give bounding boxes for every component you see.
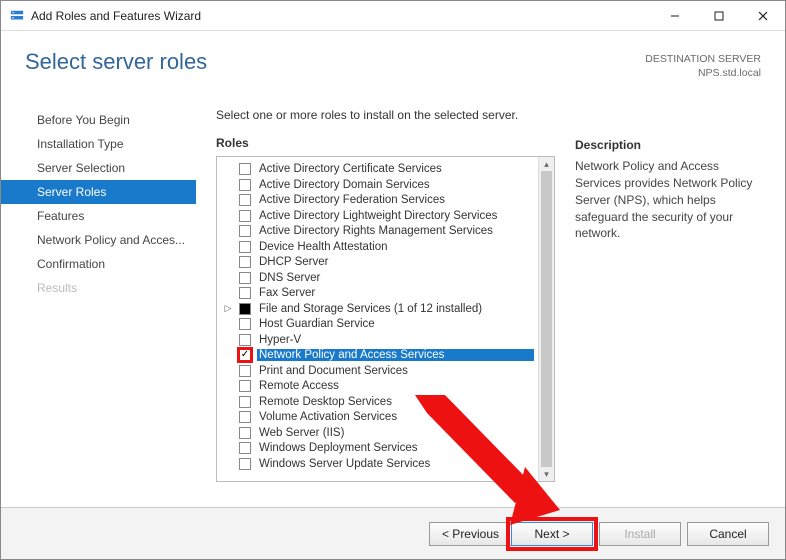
wizard-footer: < Previous Next > Install Cancel — [1, 507, 785, 559]
sidebar-item-5[interactable]: Network Policy and Acces... — [1, 228, 196, 252]
role-checkbox[interactable] — [239, 411, 251, 423]
install-button[interactable]: Install — [599, 522, 681, 546]
role-label: Active Directory Lightweight Directory S… — [257, 210, 534, 222]
role-label: DHCP Server — [257, 256, 534, 268]
role-label: Host Guardian Service — [257, 318, 534, 330]
roles-listbox[interactable]: Active Directory Certificate Services Act… — [216, 156, 555, 482]
role-checkbox[interactable] — [239, 287, 251, 299]
role-row[interactable]: Active Directory Rights Management Servi… — [217, 223, 538, 239]
role-label: Remote Access — [257, 380, 534, 392]
role-checkbox[interactable] — [239, 303, 251, 315]
page-title: Select server roles — [25, 49, 207, 75]
role-row[interactable]: DHCP Server — [217, 254, 538, 270]
role-label: Hyper-V — [257, 334, 534, 346]
description-text: Network Policy and Access Services provi… — [575, 158, 765, 242]
role-label: Fax Server — [257, 287, 534, 299]
role-checkbox[interactable] — [239, 225, 251, 237]
window-controls — [653, 1, 785, 30]
destination-server-value: NPS.std.local — [645, 67, 761, 81]
role-row[interactable]: Device Health Attestation — [217, 239, 538, 255]
minimize-button[interactable] — [653, 1, 697, 30]
scrollbar[interactable]: ▴ ▾ — [538, 157, 554, 481]
role-row[interactable]: Host Guardian Service — [217, 316, 538, 332]
role-row[interactable]: Active Directory Certificate Services — [217, 161, 538, 177]
previous-button[interactable]: < Previous — [429, 522, 511, 546]
role-label: Remote Desktop Services — [257, 396, 534, 408]
scroll-up-icon[interactable]: ▴ — [539, 157, 554, 171]
server-manager-icon — [9, 8, 25, 24]
role-label: Windows Server Update Services — [257, 458, 534, 470]
role-row[interactable]: Active Directory Domain Services — [217, 177, 538, 193]
role-checkbox[interactable] — [239, 318, 251, 330]
scroll-thumb[interactable] — [541, 171, 552, 467]
role-row[interactable]: ✓ Network Policy and Access Services — [217, 347, 538, 363]
sidebar-item-0[interactable]: Before You Begin — [1, 108, 196, 132]
titlebar: Add Roles and Features Wizard — [1, 1, 785, 31]
sidebar-item-7: Results — [1, 276, 196, 300]
role-label: Active Directory Certificate Services — [257, 163, 534, 175]
role-label: Print and Document Services — [257, 365, 534, 377]
role-row[interactable]: Remote Desktop Services — [217, 394, 538, 410]
role-label: Device Health Attestation — [257, 241, 534, 253]
role-checkbox[interactable] — [239, 194, 251, 206]
role-row[interactable]: Windows Server Update Services — [217, 456, 538, 472]
role-row[interactable]: Hyper-V — [217, 332, 538, 348]
cancel-button[interactable]: Cancel — [687, 522, 769, 546]
role-label: Active Directory Rights Management Servi… — [257, 225, 534, 237]
destination-server-label: DESTINATION SERVER — [645, 53, 761, 67]
next-button[interactable]: Next > — [511, 522, 593, 546]
role-checkbox[interactable] — [239, 380, 251, 392]
description-section-label: Description — [575, 138, 765, 152]
role-checkbox[interactable] — [239, 365, 251, 377]
role-row[interactable]: Volume Activation Services — [217, 409, 538, 425]
role-label: Windows Deployment Services — [257, 442, 534, 454]
role-row[interactable]: Windows Deployment Services — [217, 440, 538, 456]
wizard-header: Select server roles DESTINATION SERVER N… — [1, 31, 785, 88]
sidebar-item-2[interactable]: Server Selection — [1, 156, 196, 180]
role-checkbox[interactable] — [239, 241, 251, 253]
role-checkbox[interactable] — [239, 256, 251, 268]
sidebar-item-3[interactable]: Server Roles — [1, 180, 196, 204]
scroll-down-icon[interactable]: ▾ — [539, 467, 554, 481]
role-checkbox[interactable] — [239, 179, 251, 191]
role-label: Active Directory Domain Services — [257, 179, 534, 191]
role-checkbox[interactable] — [239, 272, 251, 284]
wizard-sidebar: Before You BeginInstallation TypeServer … — [1, 88, 196, 488]
role-label: Network Policy and Access Services — [257, 349, 534, 361]
role-label: File and Storage Services (1 of 12 insta… — [257, 303, 534, 315]
close-button[interactable] — [741, 1, 785, 30]
role-checkbox[interactable] — [239, 334, 251, 346]
maximize-button[interactable] — [697, 1, 741, 30]
role-checkbox[interactable] — [239, 458, 251, 470]
sidebar-item-1[interactable]: Installation Type — [1, 132, 196, 156]
role-checkbox[interactable]: ✓ — [239, 349, 251, 361]
role-label: Active Directory Federation Services — [257, 194, 534, 206]
intro-text: Select one or more roles to install on t… — [216, 108, 555, 122]
role-row[interactable]: Fax Server — [217, 285, 538, 301]
role-row[interactable]: DNS Server — [217, 270, 538, 286]
role-checkbox[interactable] — [239, 396, 251, 408]
role-checkbox[interactable] — [239, 442, 251, 454]
sidebar-item-4[interactable]: Features — [1, 204, 196, 228]
window-title: Add Roles and Features Wizard — [31, 9, 653, 23]
role-label: Web Server (IIS) — [257, 427, 534, 439]
role-row[interactable]: Remote Access — [217, 378, 538, 394]
role-checkbox[interactable] — [239, 163, 251, 175]
expander-icon[interactable]: ▷ — [223, 303, 233, 314]
role-row[interactable]: Active Directory Lightweight Directory S… — [217, 208, 538, 224]
sidebar-item-6[interactable]: Confirmation — [1, 252, 196, 276]
role-checkbox[interactable] — [239, 210, 251, 222]
destination-server-block: DESTINATION SERVER NPS.std.local — [645, 53, 761, 80]
role-label: DNS Server — [257, 272, 534, 284]
role-row[interactable]: Active Directory Federation Services — [217, 192, 538, 208]
role-row[interactable]: ▷ File and Storage Services (1 of 12 inst… — [217, 301, 538, 317]
role-checkbox[interactable] — [239, 427, 251, 439]
role-row[interactable]: Web Server (IIS) — [217, 425, 538, 441]
role-row[interactable]: Print and Document Services — [217, 363, 538, 379]
role-label: Volume Activation Services — [257, 411, 534, 423]
roles-section-label: Roles — [216, 136, 555, 150]
